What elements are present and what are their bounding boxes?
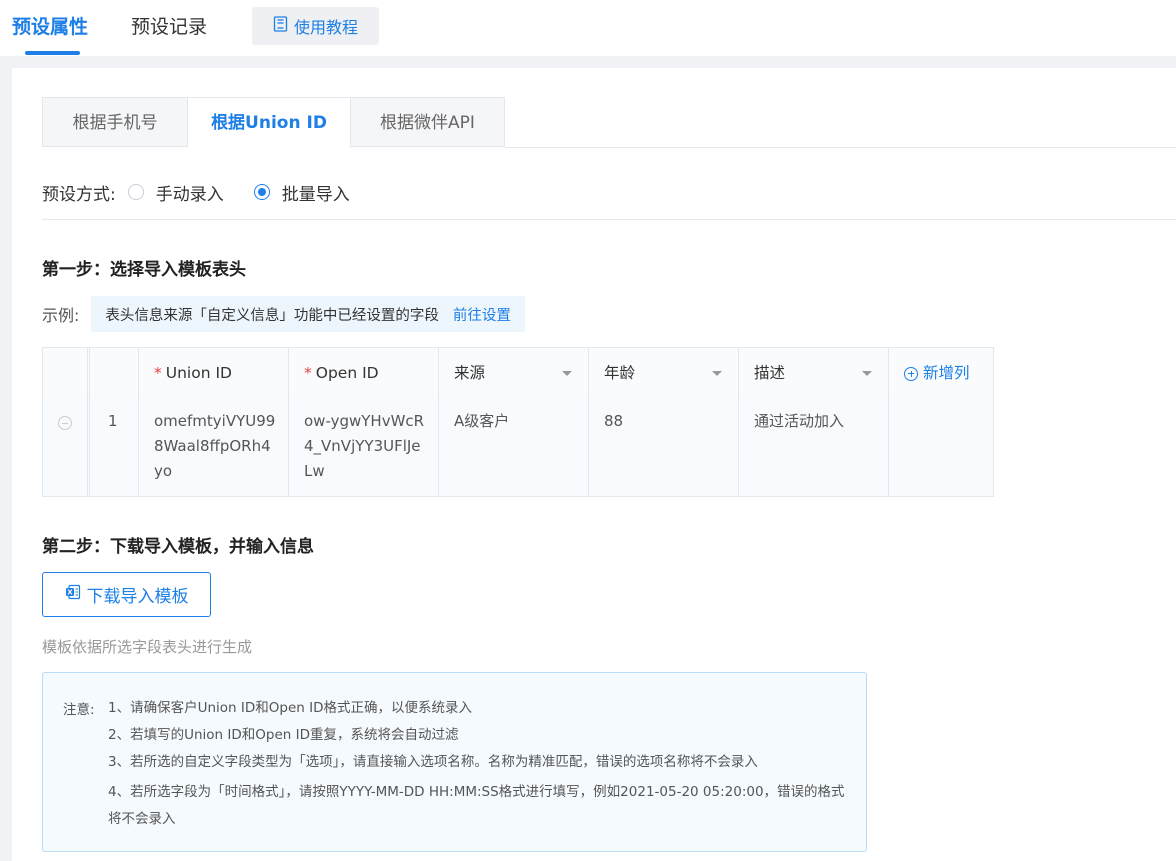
header-open-id[interactable]: * Open ID	[289, 348, 438, 399]
caret-down-icon[interactable]	[862, 371, 872, 376]
example-label: 示例:	[42, 306, 80, 325]
cell-union-id[interactable]: omefmtyiVYU998Waal8ffpORh4yo	[139, 409, 288, 484]
preset-mode-label: 预设方式:	[42, 184, 116, 205]
add-column-button[interactable]: 新增列	[904, 348, 993, 399]
notice-label: 注意:	[63, 702, 95, 718]
go-settings-link[interactable]: 前往设置	[453, 304, 511, 325]
row-index: 1	[108, 412, 118, 430]
header-label: Open ID	[315, 364, 379, 382]
book-icon	[273, 16, 288, 36]
radio-manual-label[interactable]: 手动录入	[156, 180, 224, 205]
step1-title: 第一步：选择导入模板表头	[42, 260, 246, 280]
column-divider	[87, 348, 88, 496]
header-label: 来源	[454, 364, 486, 382]
template-table: * Union ID * Open ID 来源 年龄 描述 新增列 1 omefmt…	[42, 347, 994, 497]
tutorial-label: 使用教程	[293, 18, 358, 37]
download-template-label: 下载导入模板	[86, 587, 189, 607]
main-panel: 根据手机号 根据Union ID 根据微伴API 预设方式: 手动录入 批量导入…	[12, 68, 1176, 861]
subtab-weiban-api[interactable]: 根据微伴API	[350, 97, 505, 147]
example-box: 表头信息来源「自定义信息」功能中已经设置的字段 前往设置	[91, 296, 525, 332]
active-tab-indicator	[25, 51, 80, 55]
tutorial-button[interactable]: 使用教程	[252, 7, 379, 45]
header-source[interactable]: 来源	[439, 348, 588, 399]
header-age[interactable]: 年龄	[589, 348, 738, 399]
excel-icon: X	[65, 584, 81, 605]
radio-batch[interactable]	[253, 184, 270, 200]
notice-line: 2、若填写的Union ID和Open ID重复，系统将会自动过滤	[108, 727, 459, 743]
column-divider	[89, 348, 90, 496]
header-label: Union ID	[165, 364, 232, 382]
cell-age[interactable]: 88	[589, 409, 738, 434]
header-label: 年龄	[604, 364, 636, 382]
cell-source[interactable]: A级客户	[439, 409, 588, 434]
cell-open-id[interactable]: ow-ygwYHvWcR4_VnVjYY3UFlJeLw	[289, 409, 438, 484]
step2-title: 第二步：下载导入模板，并输入信息	[42, 537, 314, 557]
plus-circle-icon	[904, 366, 918, 381]
subtabs-baseline	[505, 147, 1176, 148]
notice-line: 1、请确保客户Union ID和Open ID格式正确，以便系统录入	[108, 700, 472, 716]
divider	[42, 219, 1176, 220]
header-label: 描述	[754, 364, 786, 382]
add-column-label: 新增列	[923, 364, 970, 382]
tab-preset-records[interactable]: 预设记录	[131, 0, 207, 56]
required-mark: *	[304, 364, 312, 382]
notice-box: 注意: 1、请确保客户Union ID和Open ID格式正确，以便系统录入 2…	[42, 672, 867, 852]
download-template-button[interactable]: X 下载导入模板	[42, 572, 211, 617]
add-column-cell: 新增列	[889, 348, 993, 399]
template-hint: 模板依据所选字段表头进行生成	[42, 638, 253, 656]
svg-text:X: X	[67, 589, 73, 597]
example-text: 表头信息来源「自定义信息」功能中已经设置的字段	[105, 307, 439, 324]
required-mark: *	[154, 364, 162, 382]
notice-line: 3、若所选的自定义字段类型为「选项」，请直接输入选项名称。名称为精准匹配，错误的…	[108, 754, 758, 770]
preset-mode-row: 预设方式: 手动录入 批量导入	[42, 180, 350, 205]
cell-description[interactable]: 通过活动加入	[739, 409, 888, 434]
example-row: 示例: 表头信息来源「自定义信息」功能中已经设置的字段 前往设置	[42, 296, 525, 332]
top-bar: 预设属性 预设记录 使用教程	[0, 0, 1176, 56]
radio-batch-label[interactable]: 批量导入	[282, 180, 350, 205]
subtab-phone[interactable]: 根据手机号	[42, 97, 188, 147]
notice-line: 4、若所选字段为「时间格式」，请按照YYYY-MM-DD HH:MM:SS格式进…	[108, 784, 845, 827]
caret-down-icon[interactable]	[562, 371, 572, 376]
radio-manual[interactable]	[127, 184, 144, 200]
tab-preset-attributes[interactable]: 预设属性	[12, 0, 88, 56]
header-description[interactable]: 描述	[739, 348, 888, 399]
header-union-id[interactable]: * Union ID	[139, 348, 288, 399]
caret-down-icon[interactable]	[712, 371, 722, 376]
remove-row-icon[interactable]	[58, 416, 72, 430]
subtab-union-id[interactable]: 根据Union ID	[187, 97, 351, 148]
